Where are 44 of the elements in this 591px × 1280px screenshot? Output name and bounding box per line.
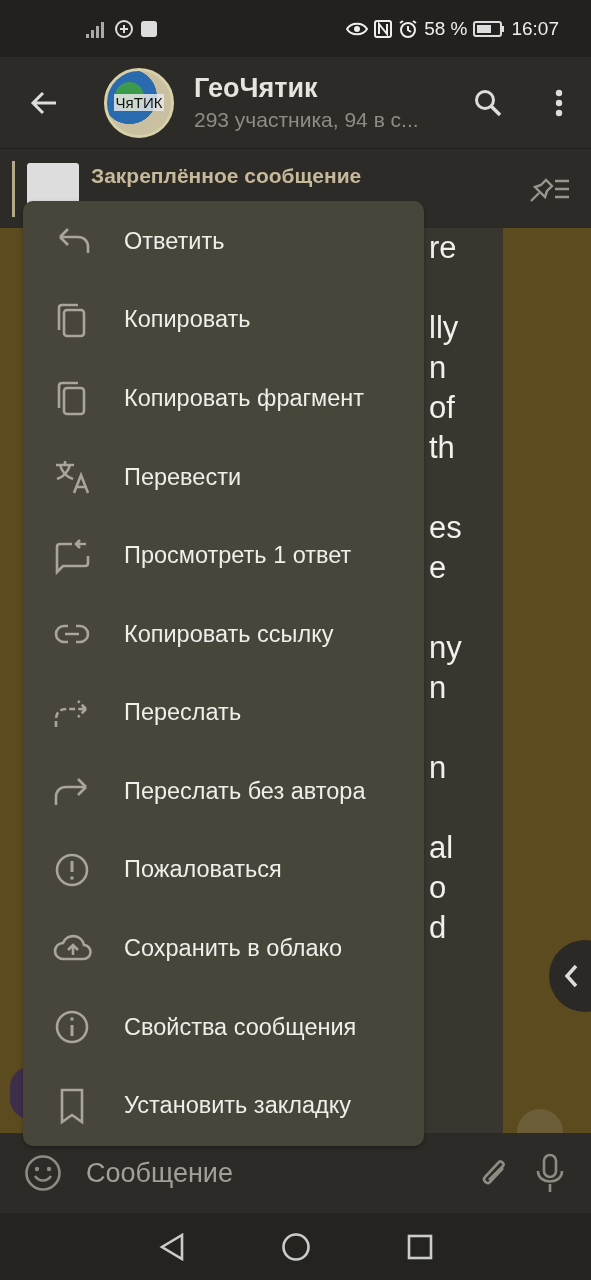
menu-item[interactable]: Переслать [23, 673, 424, 753]
chat-title: ГеоЧятик [194, 73, 319, 104]
eye-icon [346, 20, 369, 37]
menu-item[interactable]: Копировать ссылку [23, 594, 424, 674]
more-menu-icon[interactable] [555, 88, 563, 117]
alarm-icon [398, 18, 419, 39]
message-text: of [429, 389, 455, 427]
menu-item[interactable]: Копировать [23, 280, 424, 360]
microphone-icon[interactable] [535, 1153, 565, 1193]
member-count: 293 участника, 94 в с... [194, 108, 420, 132]
recents-nav-icon[interactable] [406, 1233, 433, 1260]
chat-plus-icon [114, 18, 134, 39]
battery-percent: 58 % [424, 17, 468, 40]
menu-item[interactable]: Перевести [23, 437, 424, 517]
back-nav-icon[interactable] [158, 1232, 185, 1261]
menu-item[interactable]: Переслать без автора [23, 752, 424, 831]
message-text: n [429, 749, 447, 787]
message-text: re [429, 229, 457, 267]
emoji-icon[interactable] [24, 1154, 62, 1192]
nfc-icon [374, 19, 393, 38]
message-field[interactable]: Сообщение [86, 1151, 453, 1195]
clock: 16:07 [511, 17, 559, 40]
menu-item[interactable]: Просмотреть 1 ответ [23, 516, 424, 595]
menu-item[interactable]: Сохранить в облако [23, 909, 424, 988]
message-text: n [429, 349, 447, 387]
group-avatar[interactable]: ЧяТИК [104, 67, 174, 138]
menu-item[interactable]: Пожаловаться [23, 830, 424, 910]
search-icon[interactable] [473, 87, 503, 118]
message-text: e [429, 549, 447, 587]
message-text: lly [429, 309, 459, 347]
chevron-left-icon [563, 963, 579, 989]
message-text: n [429, 669, 447, 707]
message-text: es [429, 509, 462, 547]
message-text: d [429, 909, 447, 947]
menu-item[interactable]: Копировать фрагмент [23, 359, 424, 438]
message-text: o [429, 869, 447, 907]
back-arrow-icon[interactable] [30, 90, 58, 115]
message-text: th [429, 429, 455, 467]
battery-icon [473, 20, 506, 37]
menu-item[interactable]: Свойства сообщения [23, 987, 424, 1067]
message-text: ny [429, 629, 462, 667]
home-nav-icon[interactable] [280, 1231, 311, 1262]
message-text: al [429, 829, 454, 867]
menu-item[interactable]: Ответить [23, 202, 424, 281]
